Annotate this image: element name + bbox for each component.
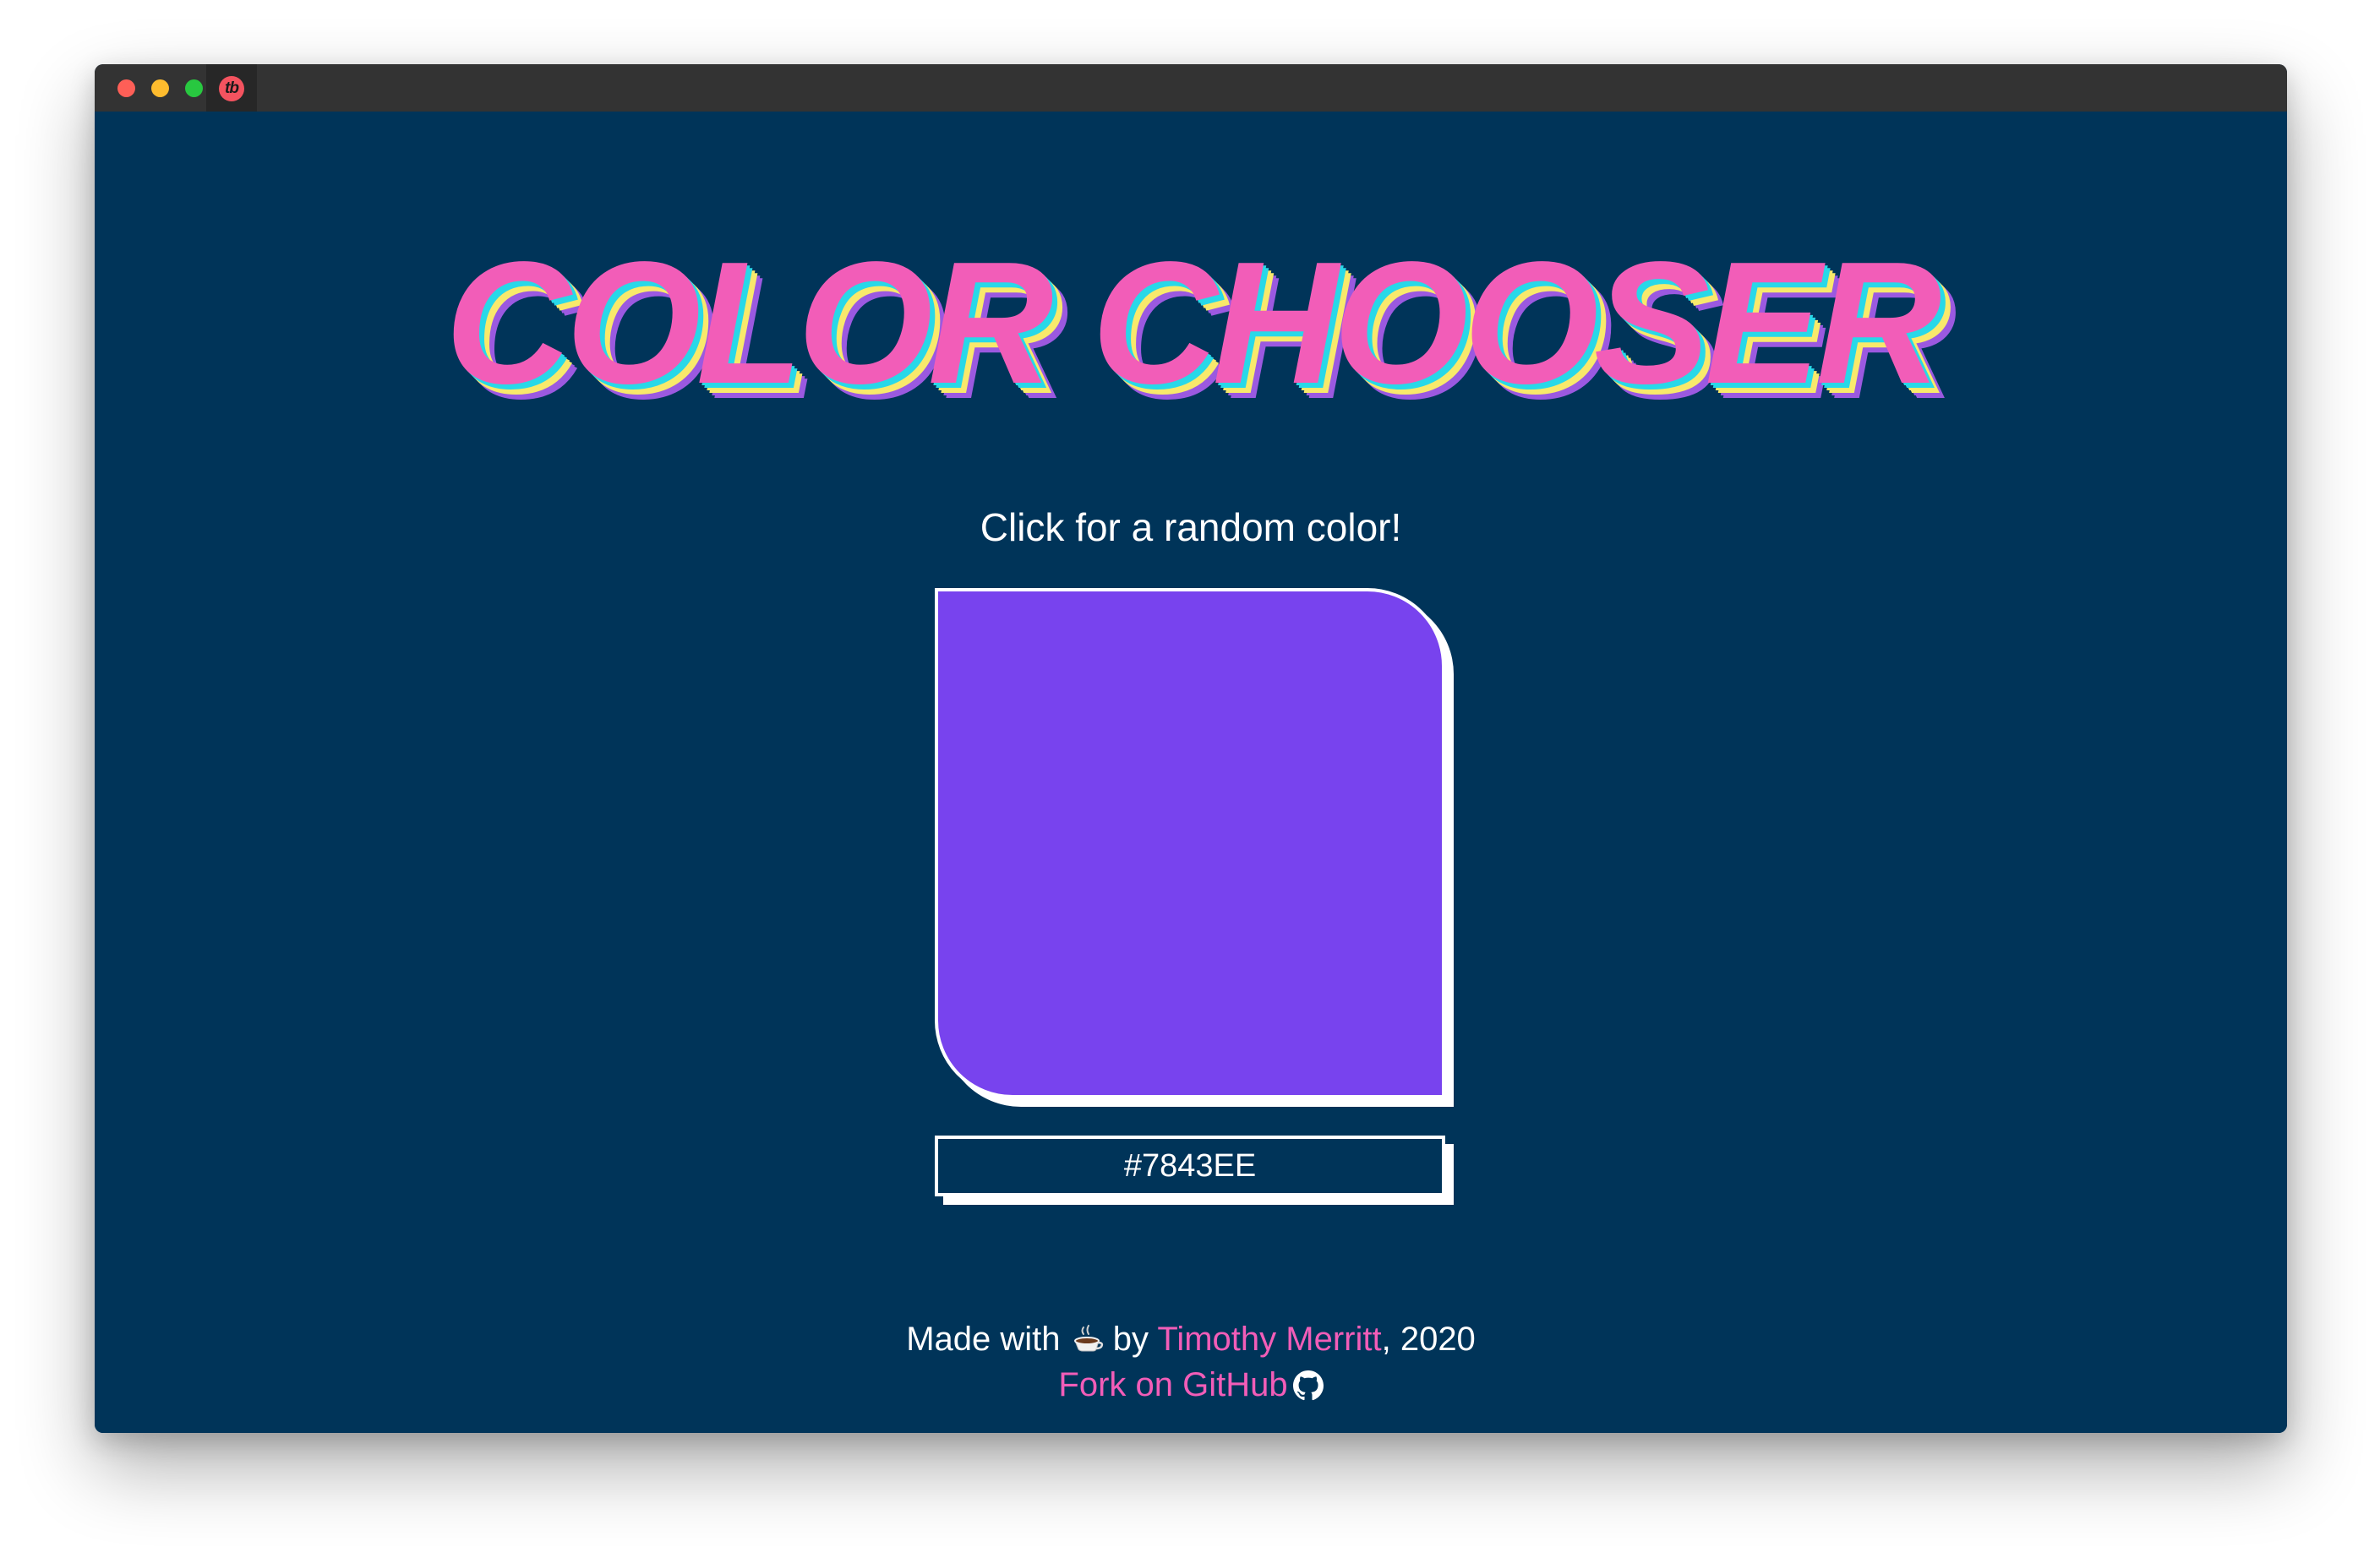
instruction-text: Click for a random color! (980, 505, 1402, 549)
coffee-icon (1073, 1325, 1103, 1352)
year-text: , 2020 (1381, 1321, 1476, 1358)
minimize-window-button[interactable] (151, 79, 169, 97)
app-tab[interactable]: tb (206, 64, 257, 112)
browser-window: tb COLOR CHOOSER Click for a random colo… (95, 64, 2287, 1433)
fork-on-github-link[interactable]: Fork on GitHub (1058, 1366, 1287, 1403)
app-logo-icon: tb (219, 76, 244, 101)
made-with-text: Made with (906, 1321, 1061, 1358)
page-title: COLOR CHOOSER (445, 226, 1942, 420)
github-icon[interactable] (1292, 1370, 1324, 1401)
footer-credit-line: Made with by Timothy Merritt, 2020 (95, 1316, 2287, 1362)
close-window-button[interactable] (117, 79, 135, 97)
author-link[interactable]: Timothy Merritt (1157, 1321, 1381, 1358)
zoom-window-button[interactable] (185, 79, 203, 97)
color-swatch-button[interactable] (935, 588, 1445, 1098)
page-content: COLOR CHOOSER Click for a random color! … (95, 112, 2287, 1433)
hex-value-display: #7843EE (935, 1136, 1445, 1196)
footer: Made with by Timothy Merritt, 2020 Fork … (95, 1316, 2287, 1408)
footer-fork-line: Fork on GitHub (95, 1362, 2287, 1408)
title-container: COLOR CHOOSER (95, 226, 2287, 420)
by-text: by (1112, 1321, 1149, 1358)
window-titlebar: tb (95, 64, 2287, 112)
